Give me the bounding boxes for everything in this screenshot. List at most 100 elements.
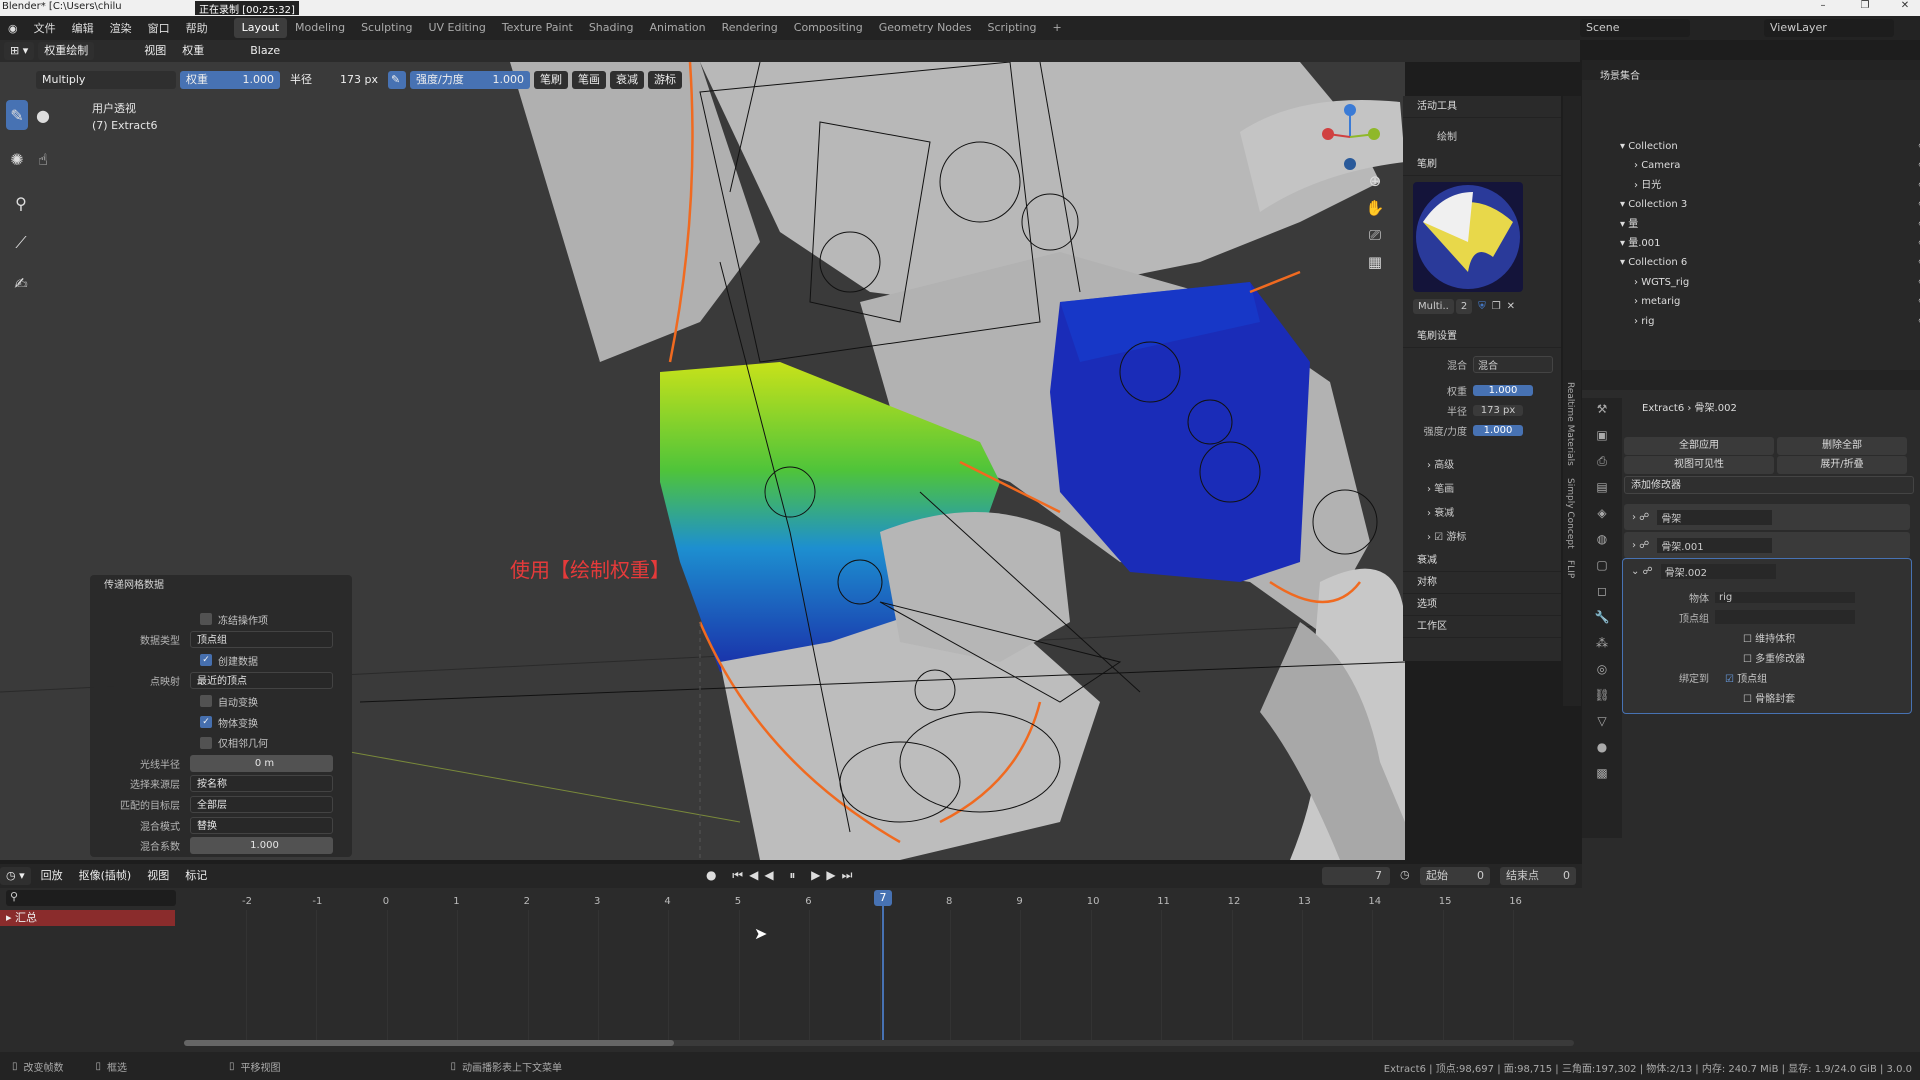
- playhead-frame-indicator[interactable]: 7: [874, 890, 892, 906]
- tab-animation[interactable]: Animation: [642, 18, 714, 38]
- texture-tab-icon[interactable]: ▩: [1589, 766, 1615, 788]
- menu-weight[interactable]: 权重: [176, 42, 210, 60]
- section-options[interactable]: 选项: [1403, 594, 1561, 616]
- modifier-name-armature-002[interactable]: 骨架.002: [1660, 563, 1776, 579]
- op-checkbox[interactable]: ✓: [200, 716, 212, 728]
- modifier-armature-001[interactable]: › ☍ 骨架.001: [1624, 532, 1910, 558]
- outliner-item[interactable]: › rig👁: [1634, 313, 1920, 331]
- breadcrumb-modifier[interactable]: 骨架.002: [1695, 403, 1737, 414]
- scene-selector[interactable]: Scene: [1580, 19, 1690, 37]
- pan-hand-icon[interactable]: ✋: [1362, 199, 1388, 226]
- op-dropdown[interactable]: 替换: [190, 816, 333, 834]
- current-frame-field[interactable]: 7: [1322, 867, 1390, 885]
- playback-controls[interactable]: ● ⏮◀◀ ⏸ ▶▶⏭: [706, 868, 858, 883]
- brush-users-count[interactable]: 2: [1455, 298, 1473, 314]
- tab-simply-concept[interactable]: Simply Concept: [1563, 472, 1577, 555]
- brush-name[interactable]: Blaze: [244, 42, 286, 60]
- blend-dropdown[interactable]: Multiply: [36, 71, 176, 89]
- npanel-weight-field[interactable]: 1.000: [1473, 384, 1533, 396]
- outliner-item[interactable]: ▾ Collection👁: [1620, 138, 1920, 156]
- average-brush-icon[interactable]: ✺: [6, 144, 28, 174]
- preserve-volume-checkbox[interactable]: ☐ 维持体积: [1743, 630, 1795, 645]
- dope-sheet[interactable]: [0, 864, 1582, 1060]
- physics-tab-icon[interactable]: ◎: [1589, 662, 1615, 684]
- tab-rendering[interactable]: Rendering: [714, 18, 786, 38]
- editor-type-dropdown-timeline[interactable]: ◷ ▾: [0, 867, 31, 885]
- gradient-icon[interactable]: ⟋: [6, 228, 36, 258]
- expand-collapse-button[interactable]: 展开/折叠: [1777, 456, 1907, 474]
- menu-brush[interactable]: 笔刷: [534, 71, 568, 89]
- viewlayer-selector[interactable]: ViewLayer: [1764, 19, 1894, 37]
- clock-icon[interactable]: ◷: [1400, 868, 1410, 881]
- editor-type-dropdown[interactable]: ⊞ ▾: [4, 42, 35, 60]
- tab-texture-paint[interactable]: Texture Paint: [494, 18, 581, 38]
- section-symmetry[interactable]: 对称: [1403, 572, 1561, 594]
- op-checkbox[interactable]: [200, 736, 212, 749]
- outliner-item[interactable]: ▾ 量.001👁: [1620, 235, 1920, 253]
- apply-all-button[interactable]: 全部应用: [1624, 437, 1774, 455]
- mode-dropdown[interactable]: 权重绘制: [38, 42, 95, 60]
- annotate-icon[interactable]: ✍: [6, 268, 36, 298]
- outliner-item[interactable]: › Camera👁: [1634, 157, 1920, 175]
- tab-compositing[interactable]: Compositing: [786, 18, 871, 38]
- tab-scripting[interactable]: Scripting: [980, 18, 1045, 38]
- op-number-field[interactable]: 1.000: [190, 837, 333, 855]
- subpanel-advanced[interactable]: › 高级: [1427, 454, 1561, 478]
- tab-shading[interactable]: Shading: [581, 18, 642, 38]
- tab-uv-editing[interactable]: UV Editing: [420, 18, 493, 38]
- multi-modifier-checkbox[interactable]: ☐ 多重修改器: [1743, 650, 1805, 665]
- add-modifier-dropdown[interactable]: 添加修改器: [1624, 476, 1914, 494]
- section-falloff[interactable]: 衰减: [1403, 550, 1561, 572]
- output-tab-icon[interactable]: ⎙: [1589, 454, 1615, 476]
- menu-marker[interactable]: 标记: [179, 867, 213, 885]
- tab-geometry-nodes[interactable]: Geometry Nodes: [871, 18, 980, 38]
- start-frame-field[interactable]: 起始 0: [1420, 867, 1490, 885]
- tab-realtime-materials[interactable]: Realtime Materials: [1563, 376, 1577, 472]
- fake-user-shield-icon[interactable]: ⛨: [1478, 301, 1486, 312]
- outliner-item[interactable]: ▾ Collection 6👁: [1620, 254, 1920, 272]
- op-number-field[interactable]: 0 m: [190, 754, 333, 772]
- brush-preview[interactable]: [1413, 182, 1523, 292]
- timeline-scrollbar[interactable]: [184, 1040, 1574, 1046]
- outliner-item[interactable]: › WGTS_rig👁: [1634, 274, 1920, 292]
- tab-modeling[interactable]: Modeling: [287, 18, 353, 38]
- grid-toggle-icon[interactable]: ▦: [1362, 253, 1388, 280]
- add-workspace-button[interactable]: +: [1044, 18, 1069, 38]
- viewport-visibility-button[interactable]: 视图可见性: [1624, 456, 1774, 474]
- close-icon[interactable]: ✕: [1890, 0, 1920, 16]
- bind-vertex-groups-checkbox[interactable]: ☑ 顶点组: [1725, 670, 1767, 685]
- menu-view-timeline[interactable]: 视图: [141, 867, 175, 885]
- subpanel-falloff[interactable]: › 衰减: [1427, 502, 1561, 526]
- minimize-icon[interactable]: –: [1808, 0, 1838, 16]
- end-frame-field[interactable]: 结束点 0: [1500, 867, 1576, 885]
- menu-window[interactable]: 窗口: [140, 20, 178, 36]
- op-checkbox[interactable]: [200, 695, 212, 708]
- world-tab-icon[interactable]: ◍: [1589, 532, 1615, 554]
- duplicate-icon[interactable]: ❐: [1492, 301, 1501, 312]
- menu-edit[interactable]: 编辑: [64, 20, 102, 36]
- outliner-root[interactable]: 场景集合: [1600, 68, 1640, 86]
- modifier-name-armature[interactable]: 骨架: [1657, 509, 1773, 525]
- unlink-icon[interactable]: ✕: [1507, 301, 1515, 312]
- zoom-icon[interactable]: ⊕: [1362, 172, 1388, 199]
- constraints-tab-icon[interactable]: ⛓: [1589, 688, 1615, 710]
- material-tab-icon[interactable]: ●: [1589, 740, 1615, 762]
- menu-keying[interactable]: 抠像(插帧): [73, 867, 138, 885]
- section-workspace[interactable]: 工作区: [1403, 616, 1561, 638]
- operator-panel-transfer-mesh-data[interactable]: 传递网格数据 冻结操作项 数据类型 顶点组 ✓ 创建数据 点映射 最近的顶点 自动变换 ✓ 物体变…: [90, 575, 352, 857]
- tab-layout[interactable]: Layout: [233, 18, 288, 38]
- blender-logo-icon[interactable]: ◉: [0, 22, 26, 35]
- op-dropdown[interactable]: 按名称: [190, 775, 333, 793]
- op-checkbox[interactable]: ✓: [200, 654, 212, 667]
- modifier-armature-002[interactable]: ⌄ ☍ 骨架.002 物体 rig 顶点组 ☐ 维持体积 ☐ 多重修改器 绑定到 ☑ …: [1622, 558, 1912, 714]
- view-layer-tab-icon[interactable]: ▤: [1589, 480, 1615, 502]
- brush-datablock-name[interactable]: Multi..: [1413, 298, 1454, 314]
- brush-header[interactable]: 笔刷: [1403, 154, 1561, 176]
- weight-field[interactable]: 权重 1.000: [180, 71, 280, 89]
- menu-help[interactable]: 帮助: [178, 20, 216, 36]
- scene-tab-icon[interactable]: ◈: [1589, 506, 1615, 528]
- modifier-armature[interactable]: › ☍ 骨架: [1624, 504, 1910, 530]
- playhead-line[interactable]: [882, 906, 884, 1040]
- blur-brush-icon[interactable]: ●: [32, 100, 54, 130]
- collection-tab-icon[interactable]: ▢: [1589, 558, 1615, 580]
